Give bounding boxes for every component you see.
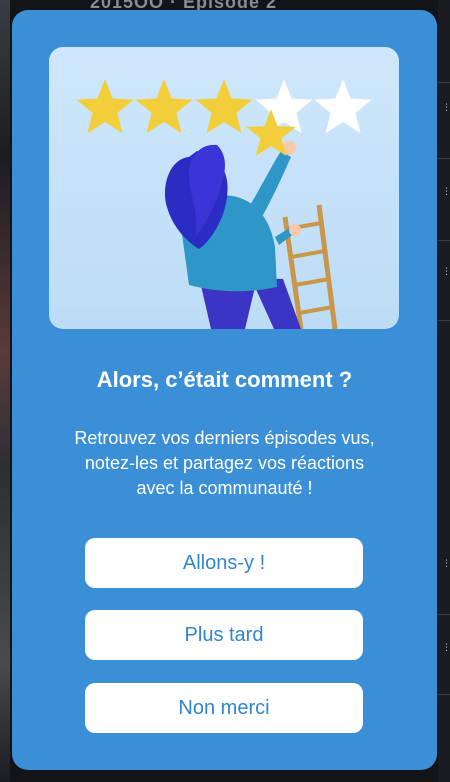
modal-title: Alors, c’était comment ?	[96, 367, 353, 392]
modal-message: Retrouvez vos derniers épisodes vus, not…	[42, 426, 407, 501]
more-icon: ⋮	[442, 102, 450, 112]
more-icon: ⋮	[442, 186, 450, 196]
background-divider	[438, 320, 450, 321]
background-divider	[438, 158, 450, 159]
background-divider	[438, 614, 450, 615]
later-button[interactable]: Plus tard	[85, 610, 363, 660]
star-filled-icon	[135, 79, 193, 134]
star-empty-icon	[314, 79, 372, 134]
woman-figure	[165, 141, 301, 329]
star-filled-icon	[76, 79, 134, 134]
background-right-rail: ⋮ ⋮ ⋮ ⋮ ⋮	[438, 0, 450, 782]
background-divider	[438, 694, 450, 695]
lets-go-button[interactable]: Allons-y !	[85, 538, 363, 588]
rating-prompt-modal: Alors, c’était comment ? Retrouvez vos d…	[12, 10, 437, 770]
rating-illustration	[49, 47, 399, 329]
star-rating-row	[76, 79, 372, 156]
modal-message-line: avec la communauté !	[136, 478, 313, 498]
rating-illustration-svg	[76, 79, 372, 329]
background-poster-strip	[0, 0, 10, 782]
star-empty-icon	[255, 79, 313, 134]
no-thanks-button[interactable]: Non merci	[85, 683, 363, 733]
star-filled-icon	[195, 79, 253, 134]
more-icon: ⋮	[442, 266, 450, 276]
more-icon: ⋮	[442, 558, 450, 568]
more-icon: ⋮	[442, 642, 450, 652]
modal-message-line: Retrouvez vos derniers épisodes vus,	[74, 428, 375, 448]
background-divider	[438, 82, 450, 83]
background-divider	[438, 240, 450, 241]
modal-message-line: notez-les et partagez vos réactions	[84, 453, 365, 473]
